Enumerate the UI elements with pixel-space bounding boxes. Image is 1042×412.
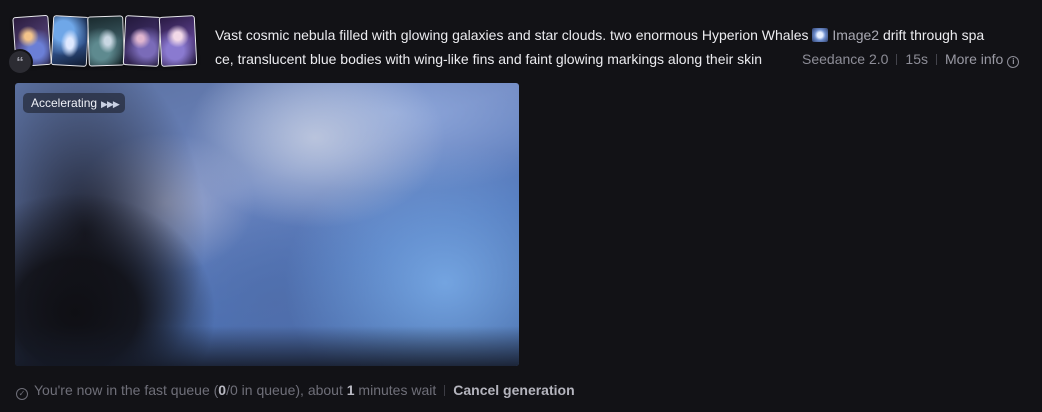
reference-thumbnail[interactable] [158, 15, 198, 67]
model-label: Seedance 2.0 [802, 51, 889, 67]
check-circle-icon: ✓ [16, 388, 28, 400]
generation-meta: Seedance 2.0 15s More info i [802, 47, 1020, 71]
image-reference-label: Image2 [832, 27, 880, 43]
prompt-line-1: Vast cosmic nebula filled with glowing g… [215, 23, 1027, 47]
info-icon: i [1007, 56, 1020, 68]
image-reference[interactable]: Image2 [812, 27, 879, 43]
more-info-button[interactable]: More info i [944, 51, 1020, 68]
reference-thumbnail[interactable] [122, 15, 162, 67]
more-info-label: More info [944, 51, 1004, 67]
wait-minutes: 1 [346, 382, 355, 398]
cancel-generation-button[interactable]: Cancel generation [453, 382, 574, 398]
divider [896, 54, 898, 65]
queue-text: You're now in the fast queue ( [34, 382, 219, 398]
accelerating-badge: Accelerating ▶▶▶ [23, 93, 125, 113]
prompt-text-segment: ce, translucent blue bodies with wing-li… [215, 51, 763, 67]
reference-thumbnails[interactable]: “ [9, 14, 204, 73]
reference-thumbnail[interactable] [50, 15, 90, 67]
duration-label: 15s [905, 51, 928, 67]
text-fade [759, 47, 795, 71]
queue-text: minutes wait [354, 382, 437, 398]
quote-icon[interactable]: “ [9, 51, 31, 73]
accelerating-label: Accelerating [31, 96, 98, 110]
generation-card: “ Vast cosmic nebula filled with glowing… [0, 0, 1042, 412]
queue-text: /0 in queue), about [226, 382, 347, 398]
prompt-text-segment: drift through spa [879, 27, 985, 43]
queue-status: ✓ You're now in the fast queue (0/0 in qu… [16, 378, 575, 402]
queue-position: 0 [218, 382, 227, 398]
prompt-line-2: ce, translucent blue bodies with wing-li… [215, 47, 795, 71]
prompt-text-segment: Vast cosmic nebula filled with glowing g… [215, 27, 813, 43]
divider [444, 385, 446, 396]
preview-fade [15, 326, 519, 366]
video-preview[interactable]: Accelerating ▶▶▶ [15, 83, 519, 366]
image-reference-icon [812, 28, 829, 42]
fast-forward-icon: ▶▶▶ [101, 99, 120, 109]
reference-thumbnail[interactable] [87, 15, 125, 67]
divider [935, 54, 937, 65]
